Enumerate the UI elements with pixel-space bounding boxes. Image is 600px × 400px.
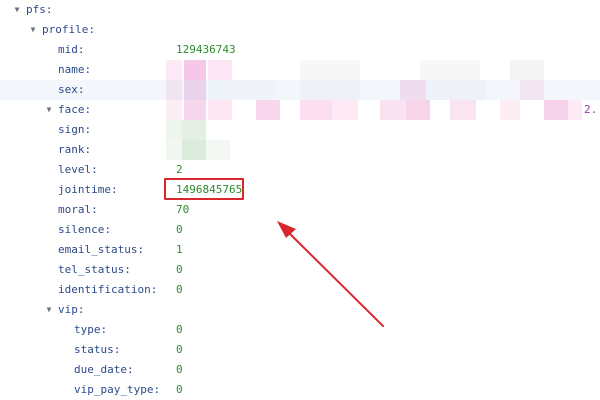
value-identification: 0: [176, 283, 183, 296]
redacted-cell: [182, 120, 206, 140]
redacted-cell: [300, 80, 360, 100]
key-sign: sign:: [58, 123, 92, 136]
key-pfs: pfs:: [26, 3, 53, 16]
redacted-cell: [208, 60, 232, 80]
key-tel-status: tel_status:: [58, 263, 131, 276]
key-rank: rank:: [58, 143, 92, 156]
key-vip-due-date: due_date:: [74, 363, 134, 376]
redacted-cell: [568, 100, 582, 120]
key-vip-type: type:: [74, 323, 108, 336]
redacted-cell: [208, 100, 232, 120]
redacted-cell: [166, 120, 182, 140]
value-vip-type: 0: [176, 323, 183, 336]
key-face: face:: [58, 103, 92, 116]
tree-row-jointime: jointime: 1496845765: [0, 180, 600, 200]
tree-row-identification: identification: 0: [0, 280, 600, 300]
triangle-down-icon[interactable]: ▼: [28, 20, 38, 40]
tree-row-tel-status: tel_status: 0: [0, 260, 600, 280]
value-mid: 129436743: [176, 43, 236, 56]
redacted-cell: [206, 140, 230, 160]
tree-row-name: name:: [0, 60, 600, 80]
annotation-highlight-box: [164, 178, 244, 200]
key-silence: silence:: [58, 223, 111, 236]
redacted-cell: [166, 80, 182, 100]
redacted-cell: [300, 100, 332, 120]
redacted-cell: [184, 100, 206, 120]
value-level: 2: [176, 163, 183, 176]
redacted-cell: [256, 100, 280, 120]
key-profile: profile:: [42, 23, 95, 36]
tree-row-sex: sex:: [0, 80, 600, 100]
triangle-down-icon[interactable]: ▼: [44, 300, 54, 320]
redacted-cell: [182, 140, 206, 160]
redacted-cell: [500, 100, 520, 120]
redacted-cell: [184, 60, 206, 80]
value-silence: 0: [176, 223, 183, 236]
key-mid: mid:: [58, 43, 85, 56]
triangle-down-icon[interactable]: ▼: [12, 0, 22, 20]
redacted-cell: [208, 80, 232, 100]
value-email-status: 1: [176, 243, 183, 256]
redacted-cell: [426, 80, 486, 100]
key-identification: identification:: [58, 283, 158, 296]
key-email-status: email_status:: [58, 243, 145, 256]
key-level: level:: [58, 163, 98, 176]
key-moral: moral:: [58, 203, 98, 216]
redacted-cell: [332, 100, 358, 120]
value-vip-due-date: 0: [176, 363, 183, 376]
triangle-down-icon[interactable]: ▼: [44, 100, 54, 120]
tree-row-vip-due-date: due_date: 0: [0, 360, 600, 380]
tree-row-face[interactable]: ▼ face: 2.: [0, 100, 600, 120]
redacted-cell: [406, 100, 430, 120]
tree-row-vip-type: type: 0: [0, 320, 600, 340]
key-jointime: jointime:: [58, 183, 118, 196]
value-face-tail: 2.: [584, 103, 598, 116]
tree-row-vip[interactable]: ▼ vip:: [0, 300, 600, 320]
key-vip: vip:: [58, 303, 85, 316]
redacted-cell: [450, 100, 476, 120]
redacted-cell: [300, 60, 360, 80]
value-vip-pay-type: 0: [176, 383, 183, 396]
tree-row-moral: moral: 70: [0, 200, 600, 220]
redacted-cell: [166, 100, 182, 120]
value-moral: 70: [176, 203, 190, 216]
redacted-cell: [166, 140, 182, 160]
tree-row-rank: rank:: [0, 140, 600, 160]
tree-row-level: level: 2: [0, 160, 600, 180]
redacted-cell: [420, 60, 480, 80]
tree-row-vip-status: status: 0: [0, 340, 600, 360]
redacted-cell: [400, 80, 426, 100]
redacted-cell: [232, 80, 276, 100]
value-vip-status: 0: [176, 343, 183, 356]
key-vip-pay-type: vip_pay_type:: [74, 383, 161, 396]
redacted-cell: [544, 100, 568, 120]
redacted-cell: [520, 80, 544, 100]
key-sex: sex:: [58, 83, 85, 96]
tree-row-silence: silence: 0: [0, 220, 600, 240]
tree-row-sign: sign:: [0, 120, 600, 140]
tree-row-email-status: email_status: 1: [0, 240, 600, 260]
redacted-cell: [510, 60, 544, 80]
value-tel-status: 0: [176, 263, 183, 276]
redacted-cell: [380, 100, 406, 120]
redacted-cell: [166, 60, 182, 80]
key-name: name:: [58, 63, 92, 76]
tree-row-pfs[interactable]: ▼ pfs:: [0, 0, 600, 20]
tree-row-vip-pay-type: vip_pay_type: 0: [0, 380, 600, 400]
tree-row-profile[interactable]: ▼ profile:: [0, 20, 600, 40]
redacted-cell: [184, 80, 206, 100]
key-vip-status: status:: [74, 343, 121, 356]
tree-row-mid: mid: 129436743: [0, 40, 600, 60]
